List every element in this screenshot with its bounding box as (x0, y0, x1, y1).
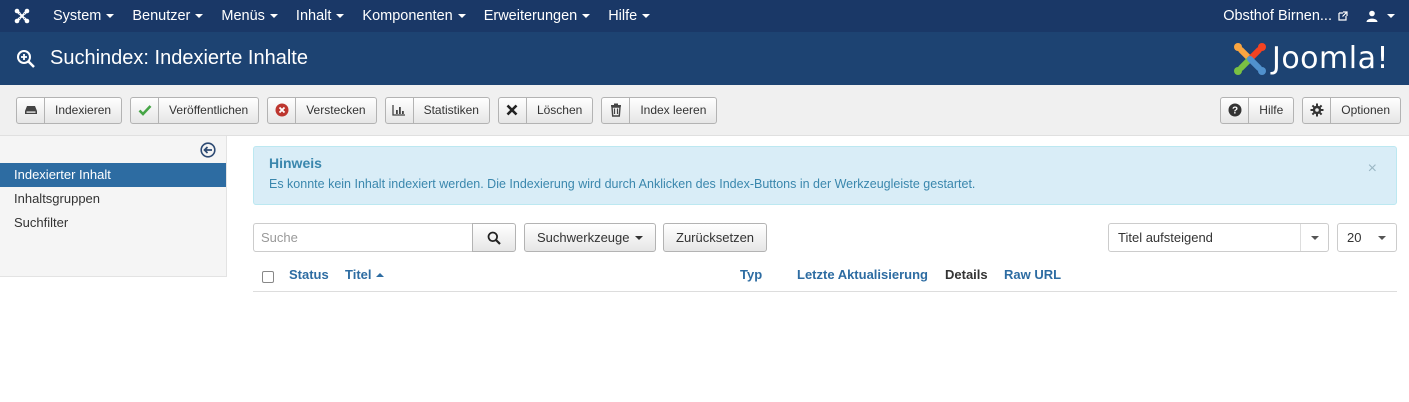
caret-down-icon (195, 14, 204, 19)
check-icon (131, 97, 160, 123)
cancel-circle-icon (268, 97, 297, 123)
reset-button[interactable]: Zurücksetzen (663, 223, 768, 252)
sidebar-item-search-filters[interactable]: Suchfilter (0, 211, 226, 235)
unpublish-button[interactable]: Verstecken (267, 96, 377, 124)
column-details: Details (945, 267, 988, 282)
external-link-icon (1338, 11, 1348, 21)
column-status[interactable]: Status (289, 267, 329, 282)
column-title[interactable]: Titel (345, 267, 384, 282)
button-label: Hilfe (1259, 103, 1284, 117)
column-raw-url[interactable]: Raw URL (1004, 267, 1061, 282)
button-label: Suchwerkzeuge (537, 230, 630, 245)
sort-ascending-icon (375, 272, 384, 277)
top-navbar: System Benutzer Menüs Inhalt Komponenten… (0, 0, 1409, 32)
joomla-logo-icon[interactable] (0, 0, 44, 32)
table-header: Status Titel Typ Letzte Aktualisierung D… (253, 262, 1397, 292)
search-button[interactable] (472, 223, 516, 252)
ordering-select[interactable]: Titel aufsteigend (1108, 223, 1329, 252)
brand-name: Joomla! (1271, 41, 1389, 76)
button-label: Optionen (1341, 103, 1390, 117)
alert-heading: Hinweis (269, 155, 322, 171)
menu-label: Menüs (221, 8, 265, 24)
joomla-logo-icon (1233, 42, 1266, 75)
search-input[interactable]: Suche (253, 223, 473, 252)
button-label: Verstecken (306, 103, 366, 117)
sidebar-item-indexed-content[interactable]: Indexierter Inhalt (0, 163, 226, 187)
purge-index-button[interactable]: Index leeren (601, 96, 718, 124)
caret-down-icon (642, 14, 651, 19)
menu-label: Inhalt (295, 8, 332, 24)
search-icon (487, 231, 501, 245)
menu-menues[interactable]: Menüs (212, 0, 287, 32)
menu-benutzer[interactable]: Benutzer (123, 0, 212, 32)
page-header: Suchindex: Indexierte Inhalte Joomla! (0, 32, 1409, 85)
menu-system[interactable]: System (44, 0, 123, 32)
caret-down-icon (582, 14, 591, 19)
menu-komponenten[interactable]: Komponenten (353, 0, 474, 32)
collapse-sidebar-icon[interactable] (200, 142, 216, 158)
column-label: Titel (345, 267, 372, 282)
menu-label: Komponenten (362, 8, 453, 24)
menu-inhalt[interactable]: Inhalt (287, 0, 353, 32)
caret-down-icon (1368, 224, 1396, 251)
page-title: Suchindex: Indexierte Inhalte (50, 47, 308, 69)
bar-chart-icon (386, 97, 414, 123)
button-label: Index leeren (640, 103, 707, 117)
select-all-checkbox[interactable] (262, 271, 274, 283)
options-button[interactable]: Optionen (1302, 96, 1401, 124)
menu-label: System (53, 8, 102, 24)
drive-icon (17, 97, 45, 123)
info-alert: Hinweis Es konnte kein Inhalt indexiert … (253, 146, 1397, 205)
caret-down-icon (1300, 224, 1328, 251)
user-menu[interactable] (1360, 10, 1409, 22)
svg-text:?: ? (1232, 106, 1238, 117)
publish-button[interactable]: Veröffentlichen (130, 96, 260, 124)
select-value: 20 (1347, 230, 1362, 245)
menu-label: Erweiterungen (483, 8, 578, 24)
menu-hilfe[interactable]: Hilfe (599, 0, 659, 32)
caret-down-icon (457, 14, 466, 19)
alert-message: Es konnte kein Inhalt indexiert werden. … (269, 177, 976, 191)
caret-down-icon (106, 14, 115, 19)
select-value: Titel aufsteigend (1118, 230, 1213, 245)
zoom-in-icon (16, 48, 38, 70)
statistics-button[interactable]: Statistiken (384, 96, 490, 124)
menu-erweiterungen[interactable]: Erweiterungen (475, 0, 600, 32)
x-icon (499, 97, 527, 123)
joomla-brand-logo: Joomla! (1232, 41, 1389, 77)
search-tools-button[interactable]: Suchwerkzeuge (524, 223, 656, 252)
trash-icon (602, 97, 631, 123)
button-label: Indexieren (55, 103, 112, 117)
sidebar-item-content-maps[interactable]: Inhaltsgruppen (0, 187, 226, 211)
site-link[interactable]: Obsthof Birnen... (1211, 8, 1360, 24)
column-type[interactable]: Typ (740, 267, 762, 282)
close-icon[interactable]: × (1368, 160, 1377, 178)
caret-down-icon (269, 14, 278, 19)
column-last-update[interactable]: Letzte Aktualisierung (797, 267, 928, 282)
menu-label: Hilfe (608, 8, 638, 24)
main-menu: System Benutzer Menüs Inhalt Komponenten… (44, 0, 659, 32)
delete-button[interactable]: Löschen (497, 96, 594, 124)
toolbar: Indexieren Veröffentlichen Verstecken St… (0, 85, 1409, 136)
caret-down-icon (336, 14, 345, 19)
menu-label: Benutzer (132, 8, 191, 24)
question-circle-icon: ? (1221, 97, 1250, 123)
button-label: Statistiken (423, 103, 479, 117)
gear-icon (1303, 97, 1332, 123)
site-name: Obsthof Birnen... (1223, 8, 1332, 24)
limit-select[interactable]: 20 (1337, 223, 1397, 252)
caret-down-icon (1387, 14, 1395, 18)
user-icon (1366, 10, 1378, 22)
index-button[interactable]: Indexieren (16, 96, 123, 124)
button-label: Löschen (536, 103, 583, 117)
help-button[interactable]: ? Hilfe (1220, 96, 1295, 124)
caret-down-icon (634, 235, 643, 240)
button-label: Zurücksetzen (676, 230, 755, 245)
sidebar: Indexierter Inhalt Inhaltsgruppen Suchfi… (0, 136, 227, 277)
button-label: Veröffentlichen (169, 103, 249, 117)
